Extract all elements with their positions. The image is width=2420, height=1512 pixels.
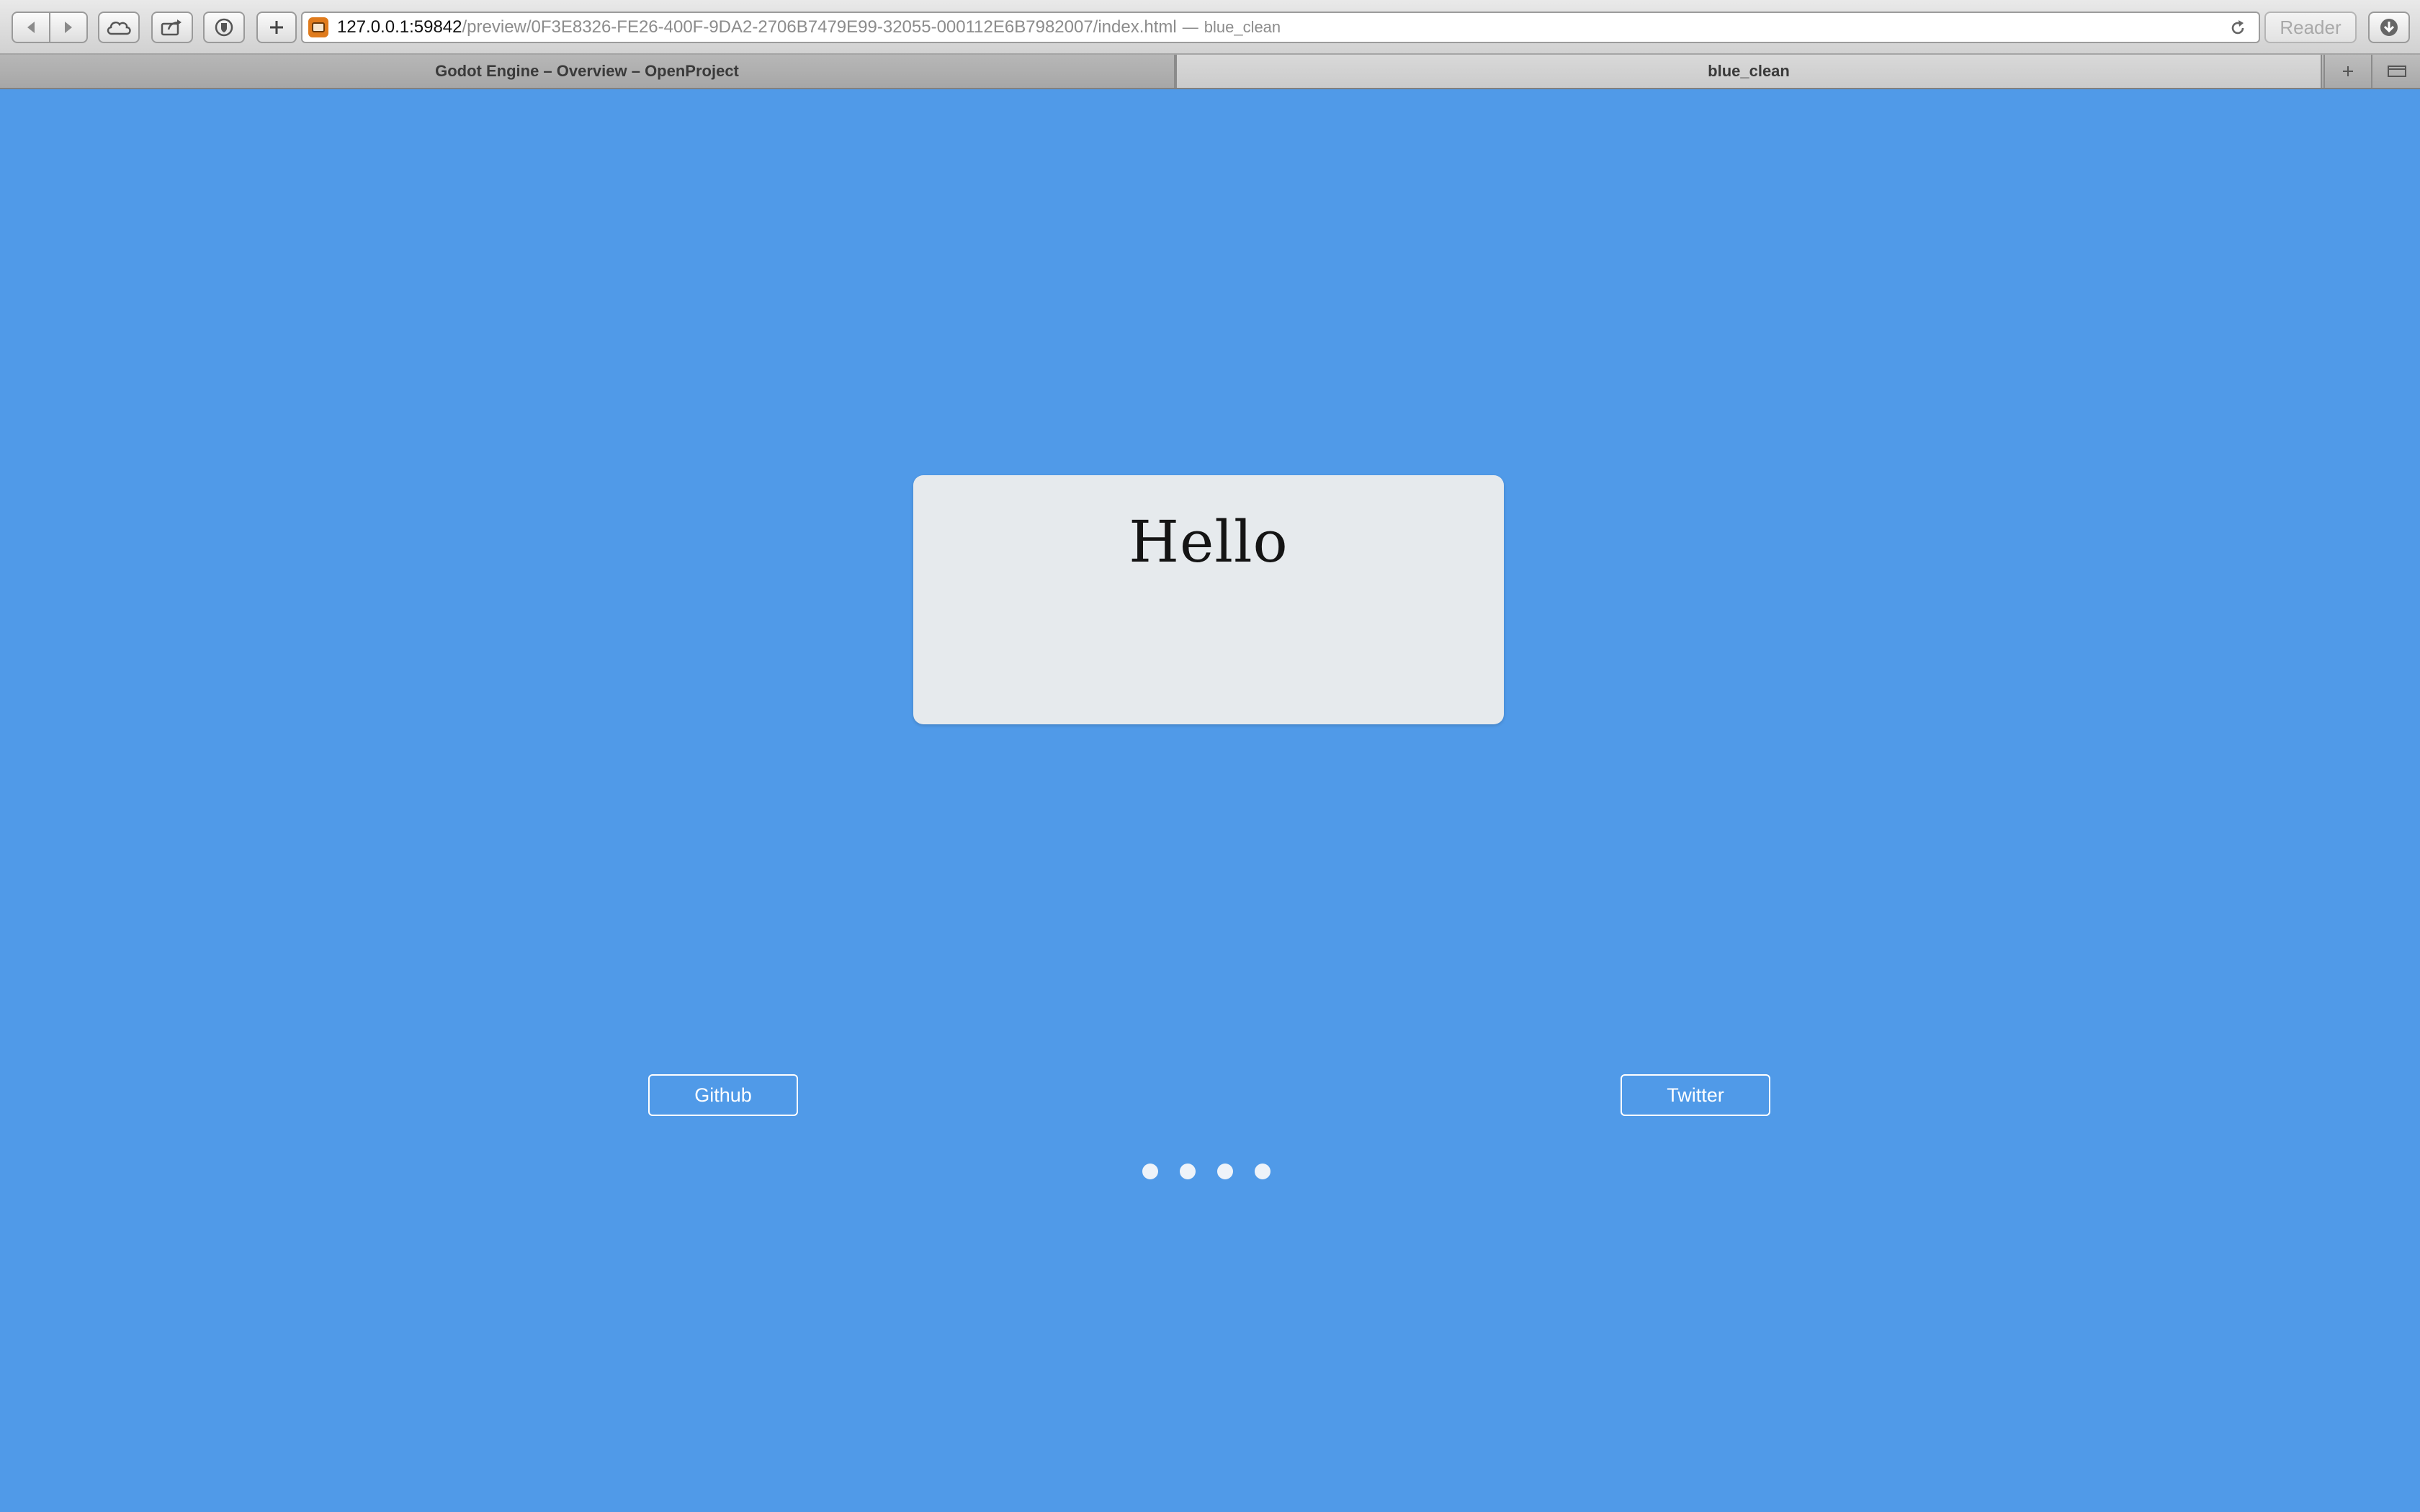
forward-button[interactable] xyxy=(50,13,86,42)
show-all-tabs-button[interactable] xyxy=(2371,55,2420,88)
add-bookmark-button[interactable] xyxy=(256,12,297,43)
hello-card: Hello xyxy=(913,475,1504,724)
url-host: 127.0.0.1:59842 xyxy=(337,17,462,37)
tab-godot-openproject[interactable]: Godot Engine – Overview – OpenProject xyxy=(0,55,1175,88)
tab-label: Godot Engine – Overview – OpenProject xyxy=(435,62,739,80)
pagination-dot[interactable] xyxy=(1180,1164,1196,1179)
cloud-icon xyxy=(107,21,131,35)
reload-icon[interactable] xyxy=(2228,19,2247,37)
tab-bar: Godot Engine – Overview – OpenProject bl… xyxy=(0,55,2420,89)
twitter-button[interactable]: Twitter xyxy=(1621,1074,1770,1116)
share-button[interactable] xyxy=(151,12,193,43)
shield-icon xyxy=(215,18,233,37)
pagination-dot[interactable] xyxy=(1217,1164,1233,1179)
card-title: Hello xyxy=(1129,508,1289,575)
extension-button[interactable] xyxy=(203,12,245,43)
address-bar[interactable]: 127.0.0.1:59842 /preview/0F3E8326-FE26-4… xyxy=(301,12,2260,43)
github-button[interactable]: Github xyxy=(648,1074,798,1116)
pagination-dots xyxy=(1142,1164,1270,1179)
url-separator: — xyxy=(1182,18,1198,36)
reader-button[interactable]: Reader xyxy=(2264,12,2357,43)
plus-icon xyxy=(2343,66,2353,76)
pagination-dot[interactable] xyxy=(1142,1164,1158,1179)
downloads-button[interactable] xyxy=(2368,12,2410,43)
forward-arrow-icon xyxy=(65,22,72,33)
back-button[interactable] xyxy=(13,13,50,42)
share-icon xyxy=(161,19,182,36)
icloud-tabs-button[interactable] xyxy=(98,12,140,43)
back-arrow-icon xyxy=(27,22,35,33)
new-tab-button[interactable] xyxy=(2323,55,2371,88)
site-favicon-icon xyxy=(308,17,328,37)
tab-label: blue_clean xyxy=(1708,62,1790,80)
browser-toolbar: 127.0.0.1:59842 /preview/0F3E8326-FE26-4… xyxy=(0,0,2420,55)
download-icon xyxy=(2380,19,2398,36)
pagination-dot[interactable] xyxy=(1255,1164,1270,1179)
url-page-title: blue_clean xyxy=(1204,18,1281,36)
history-nav xyxy=(12,12,88,43)
page-content: Hello Github Twitter xyxy=(0,89,2420,1512)
plus-icon xyxy=(270,21,283,34)
tab-overview-icon xyxy=(2388,66,2406,77)
tab-blue-clean[interactable]: blue_clean xyxy=(1175,55,2322,88)
url-path: /preview/0F3E8326-FE26-400F-9DA2-2706B74… xyxy=(462,17,1177,37)
